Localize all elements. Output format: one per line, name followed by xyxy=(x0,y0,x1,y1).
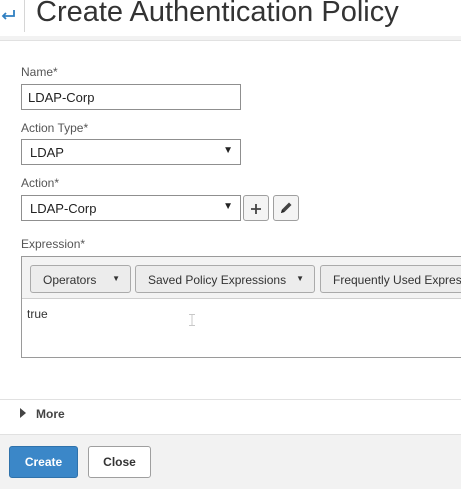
saved-policy-expressions-label: Saved Policy Expressions xyxy=(148,273,287,287)
expand-arrow-icon xyxy=(20,408,26,418)
action-select[interactable]: LDAP-Corp ▼ xyxy=(21,195,241,221)
action-type-label: Action Type* xyxy=(21,121,89,135)
frequently-used-expressions-dropdown[interactable]: Frequently Used Expressions xyxy=(320,265,461,293)
expression-toolbar: Operators ▼ Saved Policy Expressions ▼ F… xyxy=(22,257,461,299)
more-label: More xyxy=(36,407,65,421)
name-input[interactable] xyxy=(21,84,241,110)
page-title: Create Authentication Policy xyxy=(36,0,399,28)
dropdown-arrow-icon: ▼ xyxy=(223,145,233,156)
more-section-toggle[interactable]: More xyxy=(0,399,461,429)
plus-icon xyxy=(250,202,262,220)
close-button[interactable]: Close xyxy=(88,446,151,478)
expression-editor: Operators ▼ Saved Policy Expressions ▼ F… xyxy=(21,256,461,358)
add-action-button[interactable] xyxy=(243,195,269,221)
operators-dropdown[interactable]: Operators ▼ xyxy=(30,265,131,293)
frequently-used-expressions-label: Frequently Used Expressions xyxy=(333,273,461,287)
expression-input[interactable]: true xyxy=(27,307,48,321)
create-button[interactable]: Create xyxy=(9,446,78,478)
action-label: Action* xyxy=(21,176,60,190)
page-header: Create Authentication Policy xyxy=(0,0,461,36)
action-value: LDAP-Corp xyxy=(30,201,97,216)
name-label: Name* xyxy=(21,65,58,79)
dropdown-arrow-icon: ▼ xyxy=(296,274,304,283)
pencil-icon xyxy=(279,201,293,220)
back-arrow-icon[interactable] xyxy=(0,6,16,22)
action-type-select[interactable]: LDAP ▼ xyxy=(21,139,241,165)
saved-policy-expressions-dropdown[interactable]: Saved Policy Expressions ▼ xyxy=(135,265,315,293)
action-type-value: LDAP xyxy=(30,145,64,160)
dropdown-arrow-icon: ▼ xyxy=(223,201,233,212)
header-divider xyxy=(24,0,25,32)
text-cursor-icon xyxy=(188,313,196,326)
dropdown-arrow-icon: ▼ xyxy=(112,274,120,283)
edit-action-button[interactable] xyxy=(273,195,299,221)
policy-form-panel: Name* Action Type* LDAP ▼ Action* LDAP-C… xyxy=(0,40,461,435)
expression-label: Expression* xyxy=(21,237,86,251)
operators-label: Operators xyxy=(43,273,97,287)
